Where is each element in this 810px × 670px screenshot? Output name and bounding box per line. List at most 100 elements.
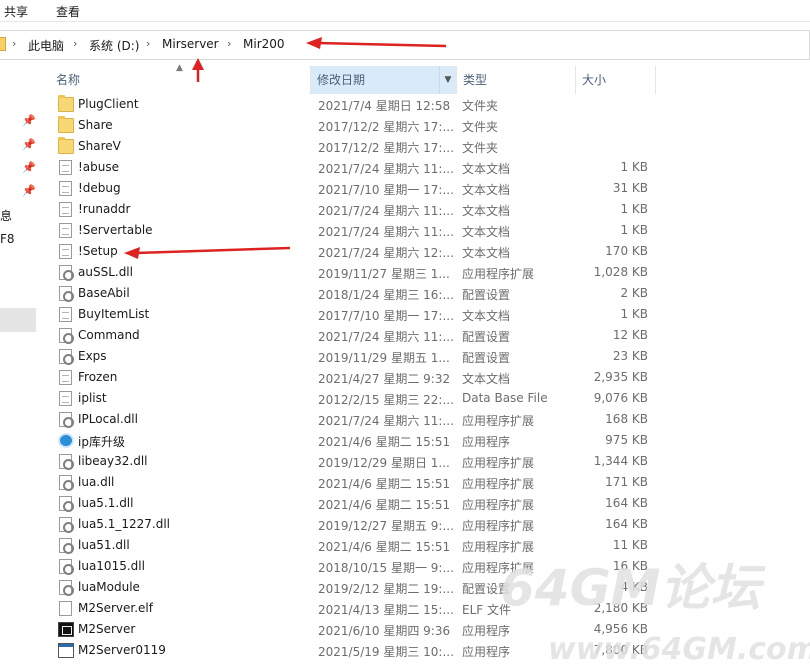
column-header-type[interactable]: 类型 bbox=[457, 66, 575, 94]
ribbon-tabs: 共享 查看 bbox=[0, 0, 810, 22]
file-row[interactable]: IPLocal.dll 2021/7/24 星期六 11:... 应用程序扩展 168… bbox=[50, 409, 810, 430]
file-type: 应用程序扩展 bbox=[462, 561, 535, 575]
gear-file-icon bbox=[59, 496, 74, 512]
file-row[interactable]: ip库升级 2021/4/6 星期二 15:51 应用程序 975 KB bbox=[50, 430, 810, 451]
file-type: 文本文档 bbox=[462, 225, 511, 239]
breadcrumb-this-pc[interactable]: 此电脑 bbox=[28, 37, 64, 54]
file-row[interactable]: luaModule 2019/2/12 星期二 19:... 配置设置 4 KB bbox=[50, 577, 810, 598]
text-file-icon bbox=[59, 244, 72, 259]
file-modified-date: 2021/4/13 星期二 15:... bbox=[318, 603, 454, 617]
file-row[interactable]: lua1015.dll 2018/10/15 星期一 9:... 应用程序扩展 16 … bbox=[50, 556, 810, 577]
file-modified-date: 2017/12/2 星期六 17:... bbox=[318, 141, 454, 155]
column-header-name[interactable]: 名称 bbox=[50, 66, 310, 94]
file-size: 164 KB bbox=[605, 496, 648, 510]
file-row[interactable]: PlugClient 2021/7/4 星期日 12:58 文件夹 bbox=[50, 94, 810, 115]
breadcrumb-drive-d[interactable]: 系统 (D:) bbox=[89, 37, 139, 54]
file-row[interactable]: Exps 2019/11/29 星期五 1... 配置设置 23 KB bbox=[50, 346, 810, 367]
file-row[interactable]: lua.dll 2021/4/6 星期二 15:51 应用程序扩展 171 KB bbox=[50, 472, 810, 493]
column-divider[interactable] bbox=[655, 66, 656, 94]
file-name: lua.dll bbox=[78, 475, 115, 489]
file-row[interactable]: !debug 2021/7/10 星期一 17:... 文本文档 31 KB bbox=[50, 178, 810, 199]
file-modified-date: 2021/4/6 星期二 15:51 bbox=[318, 435, 451, 449]
folder-icon bbox=[58, 137, 74, 154]
file-row[interactable]: !runaddr 2021/7/24 星期六 11:... 文本文档 1 KB bbox=[50, 199, 810, 220]
file-size: 975 KB bbox=[605, 433, 648, 447]
file-size: 11 KB bbox=[612, 538, 648, 552]
file-name: ShareV bbox=[78, 139, 121, 153]
file-name: lua5.1.dll bbox=[78, 496, 134, 510]
tab-view[interactable]: 查看 bbox=[56, 3, 80, 20]
file-name: !abuse bbox=[78, 160, 120, 174]
pin-icon[interactable]: 📌 bbox=[22, 114, 36, 127]
chevron-down-icon[interactable]: ▼ bbox=[439, 66, 456, 94]
file-modified-date: 2019/11/29 星期五 1... bbox=[318, 351, 450, 365]
file-size: 1 KB bbox=[620, 223, 648, 237]
nav-item-fragment[interactable]: 息 bbox=[0, 207, 12, 224]
file-name: M2Server.elf bbox=[78, 601, 153, 615]
file-row[interactable]: M2Server 2021/6/10 星期四 9:36 应用程序 4,956 KB bbox=[50, 619, 810, 640]
file-row[interactable]: Command 2021/7/24 星期六 11:... 配置设置 12 KB bbox=[50, 325, 810, 346]
file-type: ELF 文件 bbox=[462, 603, 511, 617]
file-name: Command bbox=[78, 328, 140, 342]
file-modified-date: 2021/7/24 星期六 11:... bbox=[318, 225, 454, 239]
nav-item-selected[interactable] bbox=[0, 308, 36, 332]
file-row[interactable]: M2Server0119 2021/5/19 星期三 10:... 应用程序 7,80… bbox=[50, 640, 810, 661]
address-bar[interactable]: › 此电脑 › 系统 (D:) › Mirserver › Mir200 bbox=[0, 30, 810, 60]
file-row[interactable]: lua5.1.dll 2021/4/6 星期二 15:51 应用程序扩展 164 KB bbox=[50, 493, 810, 514]
file-name: Frozen bbox=[78, 370, 118, 384]
file-row[interactable]: lua51.dll 2021/4/6 星期二 15:51 应用程序扩展 11 KB bbox=[50, 535, 810, 556]
file-row[interactable]: !Servertable 2021/7/24 星期六 11:... 文本文档 1 KB bbox=[50, 220, 810, 241]
nav-item-fragment[interactable]: F8 bbox=[0, 232, 15, 246]
file-row[interactable]: libeay32.dll 2019/12/29 星期日 1... 应用程序扩展 1,3… bbox=[50, 451, 810, 472]
column-header-date[interactable]: 修改日期 bbox=[311, 66, 456, 94]
file-type: 文本文档 bbox=[462, 204, 511, 218]
file-row[interactable]: Share 2017/12/2 星期六 17:... 文件夹 bbox=[50, 115, 810, 136]
file-modified-date: 2021/4/6 星期二 15:51 bbox=[318, 540, 451, 554]
file-modified-date: 2017/12/2 星期六 17:... bbox=[318, 120, 454, 134]
breadcrumb-separator: › bbox=[146, 37, 151, 50]
gear-file-icon bbox=[59, 328, 74, 344]
file-size: 16 KB bbox=[612, 559, 648, 573]
tab-share[interactable]: 共享 bbox=[4, 3, 28, 20]
file-row[interactable]: BaseAbil 2018/1/24 星期三 16:... 配置设置 2 KB bbox=[50, 283, 810, 304]
pin-icon[interactable]: 📌 bbox=[22, 138, 36, 151]
file-size: 2 KB bbox=[620, 286, 648, 300]
file-row[interactable]: lua5.1_1227.dll 2019/12/27 星期五 9:... 应用程序扩… bbox=[50, 514, 810, 535]
breadcrumb-mir200[interactable]: Mir200 bbox=[243, 37, 285, 51]
file-name: PlugClient bbox=[78, 97, 139, 111]
file-row[interactable]: auSSL.dll 2019/11/27 星期三 1... 应用程序扩展 1,028 … bbox=[50, 262, 810, 283]
file-size: 2,935 KB bbox=[593, 370, 648, 384]
file-type: 应用程序扩展 bbox=[462, 267, 535, 281]
file-row[interactable]: !abuse 2021/7/24 星期六 11:... 文本文档 1 KB bbox=[50, 157, 810, 178]
file-row[interactable]: !Setup 2021/7/24 星期六 12:... 文本文档 170 KB bbox=[50, 241, 810, 262]
text-file-icon bbox=[59, 370, 72, 385]
window-app-icon bbox=[58, 643, 74, 658]
file-name: M2Server bbox=[78, 622, 136, 636]
file-row[interactable]: BuyItemList 2017/7/10 星期一 17:... 文本文档 1 KB bbox=[50, 304, 810, 325]
column-header-size[interactable]: 大小 bbox=[576, 66, 656, 94]
file-row[interactable]: ShareV 2017/12/2 星期六 17:... 文件夹 bbox=[50, 136, 810, 157]
file-type: 文件夹 bbox=[462, 99, 499, 113]
file-row[interactable]: iplist 2012/2/15 星期三 22:... Data Base File… bbox=[50, 388, 810, 409]
file-row[interactable]: M2Server.elf 2021/4/13 星期二 15:... ELF 文件 2,… bbox=[50, 598, 810, 619]
file-type: 配置设置 bbox=[462, 582, 511, 596]
file-type: 文件夹 bbox=[462, 141, 499, 155]
file-size: 1 KB bbox=[620, 307, 648, 321]
file-modified-date: 2021/7/24 星期六 11:... bbox=[318, 162, 454, 176]
pin-icon[interactable]: 📌 bbox=[22, 184, 36, 197]
file-name: IPLocal.dll bbox=[78, 412, 138, 426]
file-modified-date: 2021/5/19 星期三 10:... bbox=[318, 645, 454, 659]
file-row[interactable]: Frozen 2021/4/27 星期二 9:32 文本文档 2,935 KB bbox=[50, 367, 810, 388]
breadcrumb-mirserver[interactable]: Mirserver bbox=[162, 37, 219, 51]
file-type: 文本文档 bbox=[462, 246, 511, 260]
breadcrumb-separator: › bbox=[12, 37, 17, 50]
file-name: !Setup bbox=[78, 244, 118, 258]
file-modified-date: 2021/7/24 星期六 11:... bbox=[318, 204, 454, 218]
gear-file-icon bbox=[59, 580, 74, 596]
pin-icon[interactable]: 📌 bbox=[22, 161, 36, 174]
file-size: 23 KB bbox=[612, 349, 648, 363]
file-name: !Servertable bbox=[78, 223, 153, 237]
file-name: M2Server0119 bbox=[78, 643, 166, 657]
file-size: 1 KB bbox=[620, 160, 648, 174]
file-type: 配置设置 bbox=[462, 288, 511, 302]
